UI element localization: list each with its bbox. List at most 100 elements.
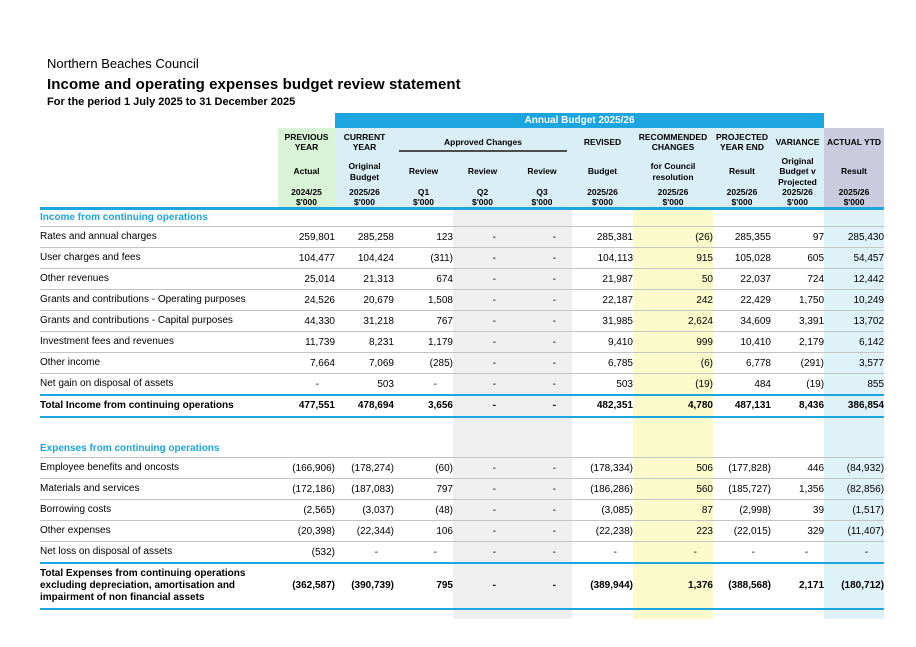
row-label: Employee benefits and oncosts [40,458,278,479]
empty-cell [572,440,633,458]
empty-cell [453,609,512,619]
row-label: Net loss on disposal of assets [40,542,278,563]
value-cell: 560 [633,479,713,500]
banner-spacer-left [40,113,335,128]
value-cell: 44,330 [278,311,335,332]
empty-cell [512,209,572,227]
table-row: Borrowing costs(2,565)(3,037)(48)--(3,08… [40,500,884,521]
table-row: User charges and fees104,477104,424(311)… [40,248,884,269]
sub-review-q3: Review [512,156,572,187]
empty-cell [335,209,394,227]
value-cell: 97 [771,227,824,248]
value-cell: 11,739 [278,332,335,353]
value-cell: 285,381 [572,227,633,248]
table-row: Other revenues25,01421,313674--21,987502… [40,269,884,290]
value-cell: (3,037) [335,500,394,521]
table-row: Materials and services(172,186)(187,083)… [40,479,884,500]
total-value-cell: 478,694 [335,395,394,417]
empty-cell [633,209,713,227]
value-cell: 3,577 [824,353,884,374]
value-cell: 123 [394,227,453,248]
unit-cell: 2025/26$'000 [713,187,771,209]
value-cell: 6,785 [572,353,633,374]
total-value-cell: (362,587) [278,563,335,609]
col-recommended-changes: RECOMMENDED CHANGES [633,128,713,156]
value-cell: (22,015) [713,521,771,542]
table-row: Rates and annual charges259,801285,25812… [40,227,884,248]
value-cell: 285,430 [824,227,884,248]
unit-label: $'000 [572,197,633,207]
sub-result-ytd: Result [824,156,884,187]
value-cell: 87 [633,500,713,521]
table-row: Grants and contributions - Capital purpo… [40,311,884,332]
empty-cell [771,209,824,227]
value-cell: 20,679 [335,290,394,311]
period-label: 2025/26 [713,187,771,197]
row-label: Other revenues [40,269,278,290]
empty-cell [713,609,771,619]
value-cell: - [453,290,512,311]
value-cell: - [453,479,512,500]
value-cell: - [453,353,512,374]
value-cell: 7,069 [335,353,394,374]
value-cell: (82,856) [824,479,884,500]
section-header-row: Expenses from continuing operations [40,440,884,458]
empty-cell [824,609,884,619]
empty-cell [713,417,771,440]
value-cell: - [512,521,572,542]
value-cell: 50 [633,269,713,290]
value-cell: (177,828) [713,458,771,479]
value-cell: (3,085) [572,500,633,521]
section-header-row: Income from continuing operations [40,209,884,227]
total-row: Total Income from continuing operations4… [40,395,884,417]
total-value-cell: (180,712) [824,563,884,609]
value-cell: 915 [633,248,713,269]
value-cell: - [512,269,572,290]
label-column-header [40,187,278,209]
empty-cell [278,417,335,440]
value-cell: 22,429 [713,290,771,311]
total-value-cell: 1,376 [633,563,713,609]
empty-cell [278,440,335,458]
empty-cell [512,440,572,458]
unit-label: $'000 [278,197,335,207]
unit-cell: 2025/26$'000 [824,187,884,209]
value-cell: 674 [394,269,453,290]
unit-label: $'000 [824,197,884,207]
value-cell: 855 [824,374,884,395]
period-label: 2025/26 [633,187,713,197]
empty-cell [512,609,572,619]
value-cell: (178,334) [572,458,633,479]
value-cell: (172,186) [278,479,335,500]
empty-cell [824,440,884,458]
empty-cell [453,417,512,440]
value-cell: 104,424 [335,248,394,269]
total-value-cell: (389,944) [572,563,633,609]
sub-review-q1: Review [394,156,453,187]
value-cell: (20,398) [278,521,335,542]
value-cell: (2,565) [278,500,335,521]
value-cell: (291) [771,353,824,374]
label-column-header [40,156,278,187]
report-period: For the period 1 July 2025 to 31 Decembe… [47,96,461,108]
value-cell: - [512,500,572,521]
value-cell: 797 [394,479,453,500]
value-cell: 223 [633,521,713,542]
value-cell: 285,258 [335,227,394,248]
total-value-cell: 8,436 [771,395,824,417]
empty-cell [453,440,512,458]
value-cell: 10,410 [713,332,771,353]
value-cell: 8,231 [335,332,394,353]
col-projected-year-end: PROJECTED YEAR END [713,128,771,156]
total-value-cell: (388,568) [713,563,771,609]
total-value-cell: 386,854 [824,395,884,417]
value-cell: - [512,248,572,269]
empty-cell [40,609,278,619]
value-cell: 446 [771,458,824,479]
annual-budget-banner: Annual Budget 2025/26 [335,113,824,128]
page-title: Income and operating expenses budget rev… [47,76,461,93]
value-cell: - [572,542,633,563]
value-cell: 104,477 [278,248,335,269]
value-cell: (178,274) [335,458,394,479]
row-label: Borrowing costs [40,500,278,521]
